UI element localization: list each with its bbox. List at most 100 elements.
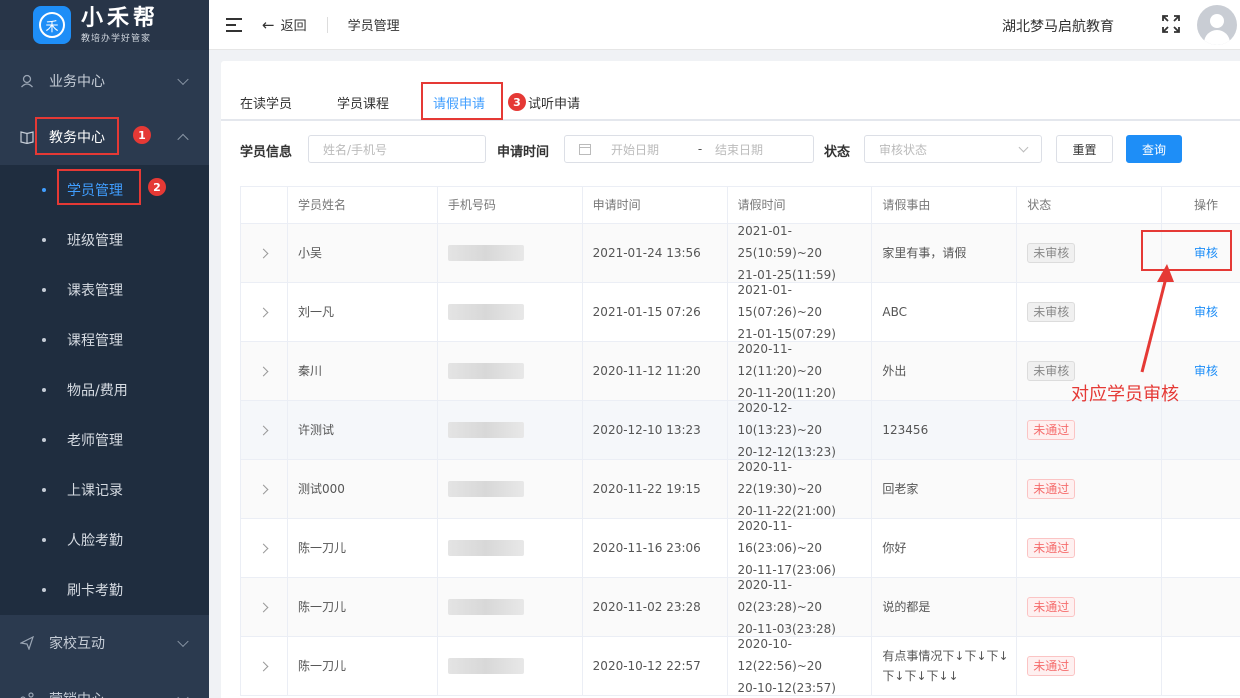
review-link[interactable]: 审核 [1194, 301, 1218, 323]
blurred-phone [447, 599, 524, 615]
apply-time: 2020-10-12 22:57 [583, 637, 728, 695]
bullet-icon [42, 238, 46, 242]
org-name: 湖北梦马启航教育 [1002, 19, 1114, 35]
date-separator: - [697, 142, 703, 156]
tab-student-courses[interactable]: 学员课程 [337, 93, 389, 112]
table-row: 陈一刀儿 2020-11-02 23:28 2020-11-02(23:28)~20… [241, 578, 1240, 637]
column-header: 状态 [1017, 187, 1163, 223]
leave-time: 2020-10-12(22:56)~20 20-10-12(23:57) [728, 637, 873, 695]
column-header: 学员姓名 [288, 187, 438, 223]
date-range-picker[interactable]: 开始日期 - 结束日期 [564, 135, 814, 163]
menu-group-marketing[interactable]: 营销中心 [0, 671, 209, 698]
status-badge: 未通过 [1027, 479, 1076, 499]
apply-time-label: 申请时间 [497, 145, 550, 160]
chevron-down-icon [1018, 142, 1029, 153]
apply-time: 2020-11-22 19:15 [583, 460, 728, 518]
apply-time: 2020-12-10 13:23 [583, 401, 728, 459]
action-cell [1162, 578, 1240, 636]
leave-reason: 有点事情况下↓下↓下↓ 下↓下↓下↓↓ [872, 637, 1018, 695]
blurred-phone [447, 481, 524, 497]
sidebar-item-courses[interactable]: 课程管理 [0, 315, 209, 365]
menu-toggle-icon[interactable] [226, 17, 242, 32]
menu-group-home-school[interactable]: 家校互动 [0, 615, 209, 671]
student-name: 测试000 [288, 460, 438, 518]
table-row: 小吴 2021-01-24 13:56 2021-01-25(10:59)~20 21… [241, 224, 1240, 283]
share-icon [20, 692, 34, 698]
status-cell: 未通过 [1017, 578, 1163, 636]
query-button[interactable]: 查询 [1126, 135, 1182, 163]
status-badge: 未通过 [1027, 656, 1076, 676]
expand-toggle[interactable] [241, 637, 288, 695]
sidebar-item-classes[interactable]: 班级管理 [0, 215, 209, 265]
leave-reason: ABC [872, 283, 1018, 341]
bullet-icon [42, 438, 46, 442]
menu-group-business[interactable]: 业务中心 [0, 53, 209, 109]
annotation-note: 对应学员审核 [1071, 384, 1179, 405]
blurred-phone [447, 363, 524, 379]
avatar[interactable] [1197, 5, 1237, 45]
expand-toggle[interactable] [241, 283, 288, 341]
status-badge: 未通过 [1027, 597, 1076, 617]
student-name: 小吴 [288, 224, 438, 282]
leave-table: 学员姓名 手机号码 申请时间 请假时间 请假事由 状态 操作 小吴 2021-01… [240, 186, 1240, 696]
status-badge: 未审核 [1027, 302, 1076, 322]
status-cell: 未通过 [1017, 637, 1163, 695]
leave-reason: 家里有事，请假 [872, 224, 1018, 282]
table-row: 陈一刀儿 2020-11-16 23:06 2020-11-16(23:06)~20… [241, 519, 1240, 578]
sidebar-item-card-attendance[interactable]: 刷卡考勤 [0, 565, 209, 615]
bullet-icon [42, 288, 46, 292]
annotation-box [421, 82, 503, 120]
chevron-down-icon [177, 691, 189, 698]
annotation-badge: 1 [133, 126, 151, 144]
chevron-up-icon [177, 133, 189, 146]
expand-toggle[interactable] [241, 342, 288, 400]
chevron-right-icon [259, 661, 269, 671]
phone-masked [438, 519, 583, 577]
business-icon [21, 74, 33, 88]
phone-masked [438, 578, 583, 636]
sidebar-item-face-attendance[interactable]: 人脸考勤 [0, 515, 209, 565]
sidebar-item-class-records[interactable]: 上课记录 [0, 465, 209, 515]
expand-toggle[interactable] [241, 578, 288, 636]
expand-toggle[interactable] [241, 460, 288, 518]
end-date-input[interactable]: 结束日期 [715, 141, 763, 158]
leave-reason: 123456 [872, 401, 1018, 459]
phone-masked [438, 283, 583, 341]
sidebar-item-schedule[interactable]: 课表管理 [0, 265, 209, 315]
blurred-phone [447, 304, 524, 320]
logo: 禾 小禾帮 教培办学好管家 [0, 0, 209, 50]
sidebar-item-teachers[interactable]: 老师管理 [0, 415, 209, 465]
blurred-phone [447, 658, 524, 674]
sidebar: 禾 小禾帮 教培办学好管家 业务中心 教务中心 学员管理 班级管理 课表管理 课… [0, 0, 209, 698]
expand-toggle[interactable] [241, 224, 288, 282]
chevron-right-icon [259, 484, 269, 494]
leave-time: 2020-11-12(11:20)~20 20-11-20(11:20) [728, 342, 873, 400]
logo-icon: 禾 [33, 6, 71, 44]
expand-toggle[interactable] [241, 519, 288, 577]
start-date-input[interactable]: 开始日期 [611, 141, 685, 158]
back-button[interactable]: ← 返回 [262, 15, 307, 35]
expand-toggle[interactable] [241, 401, 288, 459]
blurred-phone [447, 540, 524, 556]
leave-time: 2021-01-25(10:59)~20 21-01-25(11:59) [728, 224, 873, 282]
sidebar-item-items-fees[interactable]: 物品/费用 [0, 365, 209, 415]
arrow-left-icon: ← [262, 15, 275, 34]
tab-enrolled-students[interactable]: 在读学员 [240, 93, 292, 112]
student-name: 秦川 [288, 342, 438, 400]
chevron-right-icon [259, 366, 269, 376]
bullet-icon [42, 338, 46, 342]
phone-masked [438, 460, 583, 518]
logo-title: 小禾帮 [81, 5, 160, 31]
review-link[interactable]: 审核 [1194, 360, 1218, 382]
chevron-right-icon [259, 543, 269, 553]
fullscreen-icon[interactable] [1162, 15, 1180, 33]
chevron-right-icon [259, 602, 269, 612]
tab-trial-requests[interactable]: 试听申请 [528, 93, 580, 112]
student-search-input[interactable]: 姓名/手机号 [308, 135, 486, 163]
tab-bar: 在读学员 学员课程 请假申请 试听申请 [221, 81, 1240, 121]
reset-button[interactable]: 重置 [1056, 135, 1113, 163]
top-header: ← 返回 学员管理 湖北梦马启航教育 [209, 0, 1240, 50]
status-select[interactable]: 审核状态 [864, 135, 1042, 163]
table-row: 测试000 2020-11-22 19:15 2020-11-22(19:30)~2… [241, 460, 1240, 519]
phone-masked [438, 224, 583, 282]
